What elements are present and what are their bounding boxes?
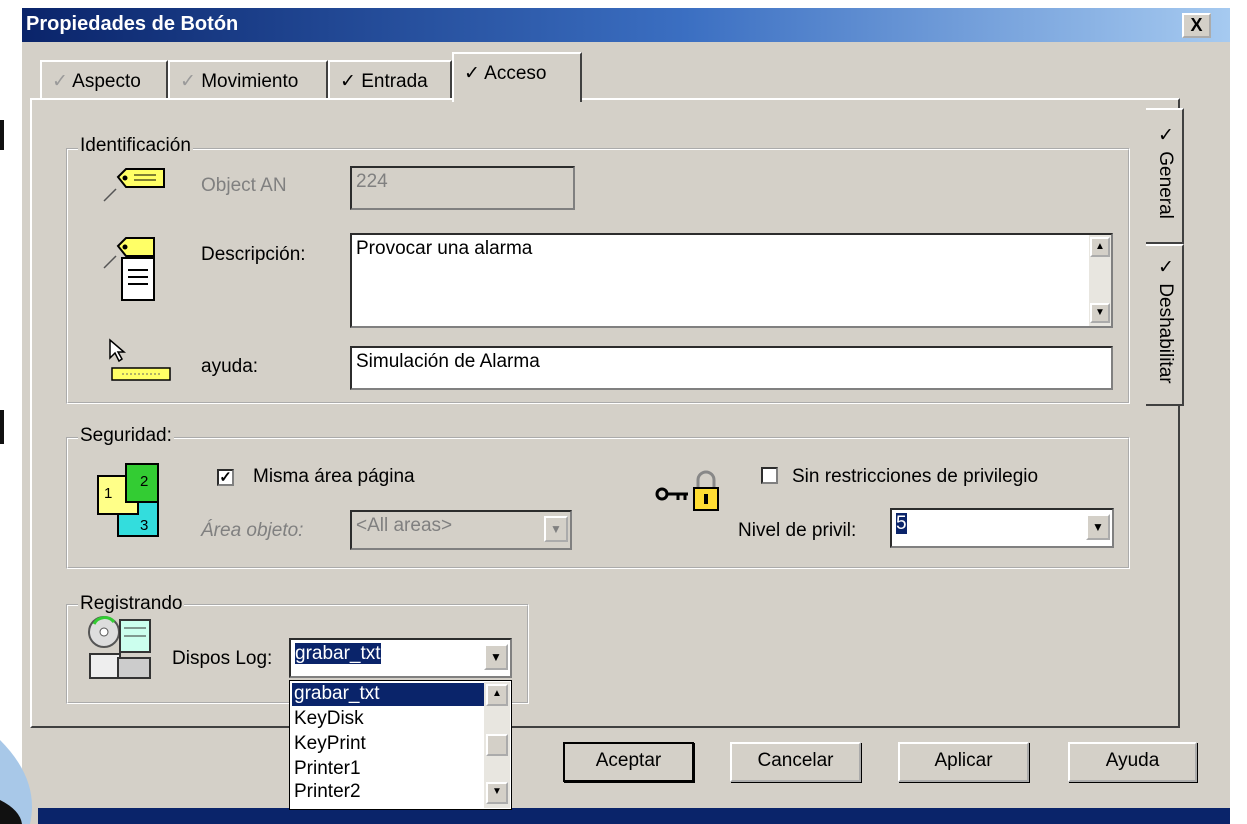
- background-swoosh: [0, 740, 32, 824]
- sin-restricciones-label: Sin restricciones de privilegio: [792, 466, 1039, 487]
- scroll-down-arrow-icon[interactable]: ▼: [486, 782, 508, 804]
- ayuda-input[interactable]: Simulación de Alarma: [350, 346, 1113, 390]
- object-an-label: Object AN: [201, 175, 287, 196]
- tab-movimiento[interactable]: ✓ Movimiento: [168, 60, 328, 98]
- ayuda-button[interactable]: Ayuda: [1068, 742, 1197, 782]
- nivel-privil-value: 5: [896, 513, 907, 534]
- area-number: 1: [104, 485, 112, 502]
- dispos-log-dropdown-list[interactable]: grabar_txt KeyDisk KeyPrint Printer1 Pri…: [289, 680, 512, 810]
- cancelar-button[interactable]: Cancelar: [730, 742, 861, 782]
- dispos-log-value: grabar_txt: [295, 643, 381, 664]
- areas-puzzle-icon: 1 2 3: [97, 463, 159, 537]
- edge-mark: [0, 120, 4, 150]
- descripcion-label: Descripción:: [201, 244, 306, 265]
- descripcion-text: Provocar una alarma: [356, 238, 533, 259]
- list-item[interactable]: KeyPrint: [292, 733, 484, 756]
- tag-icon: [103, 168, 165, 202]
- side-tab-deshabilitar[interactable]: ✓ Deshabilitar: [1146, 244, 1184, 406]
- check-icon: ✓: [52, 71, 68, 92]
- scroll-up-arrow-icon[interactable]: ▲: [486, 684, 508, 706]
- tab-label: Aspecto: [72, 71, 141, 92]
- dispos-log-select[interactable]: grabar_txt ▼: [289, 638, 512, 678]
- group-legend: Seguridad:: [78, 425, 174, 447]
- close-button[interactable]: X: [1182, 13, 1211, 38]
- scroll-down-arrow-icon[interactable]: ▼: [1090, 303, 1110, 323]
- scroll-thumb[interactable]: [486, 734, 508, 756]
- aceptar-button[interactable]: Aceptar: [563, 742, 694, 782]
- area-number: 3: [140, 517, 148, 534]
- tab-aspecto[interactable]: ✓ Aspecto: [40, 60, 168, 98]
- tab-entrada[interactable]: ✓ Entrada: [328, 60, 452, 98]
- sin-restricciones-checkbox[interactable]: [761, 467, 778, 484]
- group-legend: Identificación: [78, 135, 193, 157]
- document-tag-icon: [103, 237, 155, 301]
- group-seguridad: [66, 437, 1130, 569]
- misma-area-label: Misma área página: [253, 466, 415, 487]
- nivel-privil-label: Nivel de privil:: [738, 520, 857, 541]
- list-scrollbar[interactable]: ▲ ▼: [484, 682, 510, 808]
- misma-area-checkbox[interactable]: ✓: [217, 469, 234, 486]
- area-objeto-value: <All areas>: [356, 515, 453, 536]
- check-icon: ✓: [340, 71, 356, 92]
- side-tab-label: ✓ General: [1155, 124, 1176, 219]
- dispos-log-label: Dispos Log:: [172, 648, 273, 669]
- tab-label: Acceso: [484, 63, 547, 84]
- area-objeto-label: Área objeto:: [201, 520, 304, 541]
- list-item[interactable]: KeyDisk: [292, 708, 484, 731]
- edge-mark: [0, 410, 4, 444]
- list-item[interactable]: Printer2: [292, 781, 484, 804]
- descripcion-textarea[interactable]: Provocar una alarma ▲ ▼: [350, 233, 1113, 328]
- ayuda-label: ayuda:: [201, 356, 259, 377]
- textarea-scrollbar[interactable]: ▲ ▼: [1089, 235, 1111, 326]
- side-tab-general[interactable]: ✓ General: [1146, 108, 1184, 244]
- check-icon: ✓: [180, 71, 196, 92]
- area-objeto-select: <All areas> ▼: [350, 510, 572, 550]
- list-item[interactable]: Printer1: [292, 758, 484, 781]
- window-title: Propiedades de Botón: [26, 13, 239, 35]
- taskbar-strip: [38, 808, 1230, 824]
- tab-label: Entrada: [361, 71, 428, 92]
- chevron-down-icon[interactable]: ▼: [1086, 514, 1110, 540]
- scroll-up-arrow-icon[interactable]: ▲: [1090, 237, 1110, 257]
- area-number: 2: [140, 473, 148, 490]
- side-tab-label: ✓ Deshabilitar: [1155, 256, 1176, 384]
- log-device-icon: [88, 616, 151, 679]
- key-lock-icon: [655, 470, 719, 511]
- check-icon: ✓: [464, 63, 480, 84]
- aplicar-button[interactable]: Aplicar: [898, 742, 1029, 782]
- tab-acceso[interactable]: ✓ Acceso: [452, 52, 582, 102]
- group-legend: Registrando: [78, 593, 185, 615]
- nivel-privil-select[interactable]: 5 ▼: [890, 508, 1114, 548]
- chevron-down-icon: ▼: [544, 516, 568, 542]
- chevron-down-icon[interactable]: ▼: [484, 644, 508, 670]
- object-an-field: 224: [350, 166, 575, 210]
- list-item[interactable]: grabar_txt: [292, 683, 484, 706]
- tooltip-cursor-icon: [109, 338, 171, 381]
- tab-label: Movimiento: [201, 71, 299, 92]
